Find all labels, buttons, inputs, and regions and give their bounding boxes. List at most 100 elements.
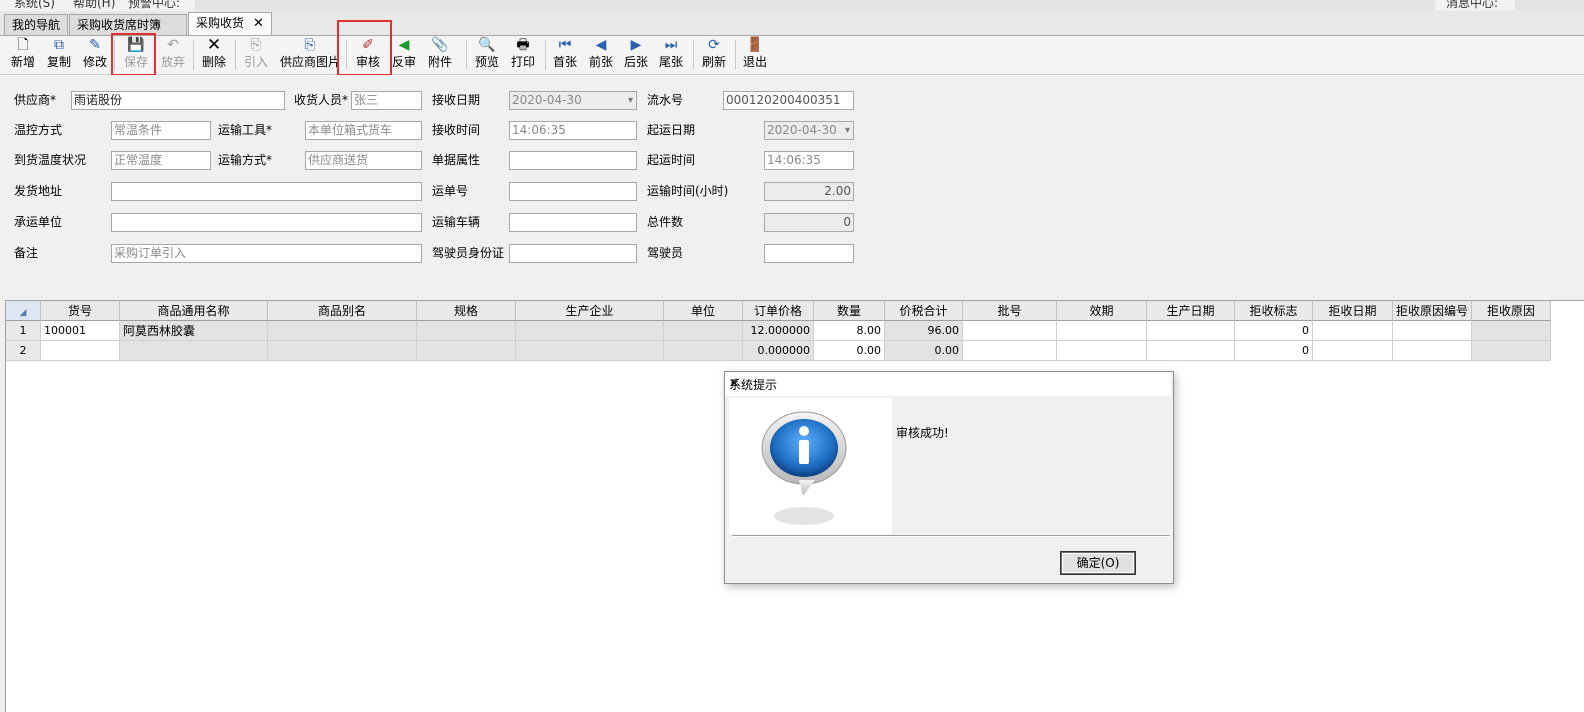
discard-button[interactable]: ↶ 放弃 [158,37,188,73]
cell-reject-code[interactable] [1393,341,1472,361]
cell-mfg-date[interactable] [1147,321,1235,341]
print-button[interactable]: 🖶 打印 [508,37,538,73]
cell-name[interactable] [120,341,268,361]
remark-field[interactable]: 采购订单引入 [111,244,422,263]
cell-spec[interactable] [417,341,516,361]
cell-expiry[interactable] [1057,341,1147,361]
cell-price[interactable]: 12.000000 [743,321,814,341]
first-button[interactable]: ⏮ 首张 [550,37,580,73]
total-pieces-field[interactable]: 0 [764,213,854,232]
cell-reject-code[interactable] [1393,321,1472,341]
unaudit-button[interactable]: ◀ 反审 [391,37,417,73]
col-header-total[interactable]: 价税合计 [885,301,963,321]
col-header-reject-flag[interactable]: 拒收标志 [1235,301,1313,321]
temp-control-field[interactable]: 常温条件 [111,121,211,140]
col-header-name[interactable]: 商品通用名称 [120,301,268,321]
driver-field[interactable] [764,244,854,263]
waybill-no-field[interactable] [509,182,637,201]
cell-expiry[interactable] [1057,321,1147,341]
import-button[interactable]: ⎘ 引入 [241,37,271,73]
transport-mode-field[interactable]: 供应商送货 [305,151,422,170]
vehicle-field[interactable] [509,213,637,232]
driver-id-field[interactable] [509,244,637,263]
cell-reject-flag[interactable]: 0 [1235,341,1313,361]
col-header-alias[interactable]: 商品别名 [268,301,417,321]
col-header-maker[interactable]: 生产企业 [516,301,664,321]
cell-total[interactable]: 0.00 [885,341,963,361]
tab-my-navigation[interactable]: 我的导航 [4,14,68,35]
transport-hours-field[interactable]: 2.00 [764,182,854,201]
cell-unit[interactable] [664,321,743,341]
cell-price[interactable]: 0.000000 [743,341,814,361]
receive-time-field[interactable]: 14:06:35 [509,121,637,140]
supplier-image-button[interactable]: ⎘ 供应商图片 [278,37,342,73]
supplier-field[interactable]: 雨诺股份 [71,91,285,110]
dialog-divider [732,535,1170,537]
serial-no-field[interactable]: 000120200400351 [723,91,854,110]
prev-button[interactable]: ◀ 前张 [586,37,616,73]
copy-button[interactable]: ⧉ 复制 [44,37,74,73]
cell-reject-reason[interactable] [1472,341,1551,361]
row-number[interactable]: 2 [6,341,41,361]
cell-reject-date[interactable] [1313,321,1393,341]
col-header-batch[interactable]: 批号 [963,301,1057,321]
cell-qty[interactable]: 8.00 [814,321,885,341]
col-header-unit[interactable]: 单位 [664,301,743,321]
cell-batch[interactable] [963,341,1057,361]
cell-reject-date[interactable] [1313,341,1393,361]
cell-maker[interactable] [516,321,664,341]
new-button[interactable]: 🗋 新增 [8,37,38,73]
receive-date-field[interactable]: 2020-04-30 [509,91,637,110]
edit-button[interactable]: ✎ 修改 [80,37,110,73]
col-header-reject-reason[interactable]: 拒收原因 [1472,301,1551,321]
cell-spec[interactable] [417,321,516,341]
close-icon[interactable]: ✕ [253,16,264,31]
cell-maker[interactable] [516,341,664,361]
menu-system[interactable]: 系统(S) [14,0,55,11]
driver-label: 驾驶员 [647,246,684,260]
receiver-field[interactable]: 张三 [351,91,422,110]
col-header-expiry[interactable]: 效期 [1057,301,1147,321]
cell-total[interactable]: 96.00 [885,321,963,341]
col-header-mfg-date[interactable]: 生产日期 [1147,301,1235,321]
last-button[interactable]: ⏭ 尾张 [656,37,686,73]
tab-purchase-receipt-ledger[interactable]: 采购收货席时簿 [69,14,187,35]
col-header-reject-date[interactable]: 拒收日期 [1313,301,1393,321]
cell-alias[interactable] [268,341,417,361]
next-button[interactable]: ▶ 后张 [621,37,651,73]
cell-batch[interactable] [963,321,1057,341]
cell-name[interactable]: 阿莫西林胶囊 [120,321,268,341]
col-header-qty[interactable]: 数量 [814,301,885,321]
ship-time-field[interactable]: 14:06:35 [764,151,854,170]
attachment-button[interactable]: 📎 附件 [425,37,455,73]
menu-help[interactable]: 帮助(H) [73,0,115,11]
dialog-titlebar[interactable]: 系统提示 ✕ [725,372,1171,396]
exit-button[interactable]: 🚪 退出 [740,37,770,73]
close-icon[interactable]: ✕ [729,376,1163,390]
cell-mfg-date[interactable] [1147,341,1235,361]
cell-qty[interactable]: 0.00 [814,341,885,361]
col-header-spec[interactable]: 规格 [417,301,516,321]
arrival-temp-field[interactable]: 正常温度 [111,151,211,170]
grid-corner[interactable]: ◢ [6,301,41,321]
transport-tool-field[interactable]: 本单位箱式货车 [305,121,422,140]
col-header-price[interactable]: 订单价格 [743,301,814,321]
col-header-code[interactable]: 货号 [41,301,120,321]
cell-unit[interactable] [664,341,743,361]
preview-button[interactable]: 🔍 预览 [472,37,502,73]
ship-date-field[interactable]: 2020-04-30 [764,121,854,140]
col-header-reject-code[interactable]: 拒收原因编号 [1393,301,1472,321]
delete-button[interactable]: ✕ 删除 [199,37,229,73]
doc-attr-field[interactable] [509,151,637,170]
row-number[interactable]: 1 [6,321,41,341]
tab-purchase-receipt[interactable]: 采购收货 ✕ [188,12,272,35]
cell-alias[interactable] [268,321,417,341]
ship-address-field[interactable] [111,182,422,201]
cell-code[interactable]: 100001 [41,321,120,341]
refresh-button[interactable]: ⟳ 刷新 [699,37,729,73]
carrier-field[interactable] [111,213,422,232]
cell-reject-reason[interactable] [1472,321,1551,341]
cell-reject-flag[interactable]: 0 [1235,321,1313,341]
ok-button[interactable]: 确定(O) [1060,551,1136,575]
cell-code[interactable] [41,341,120,361]
